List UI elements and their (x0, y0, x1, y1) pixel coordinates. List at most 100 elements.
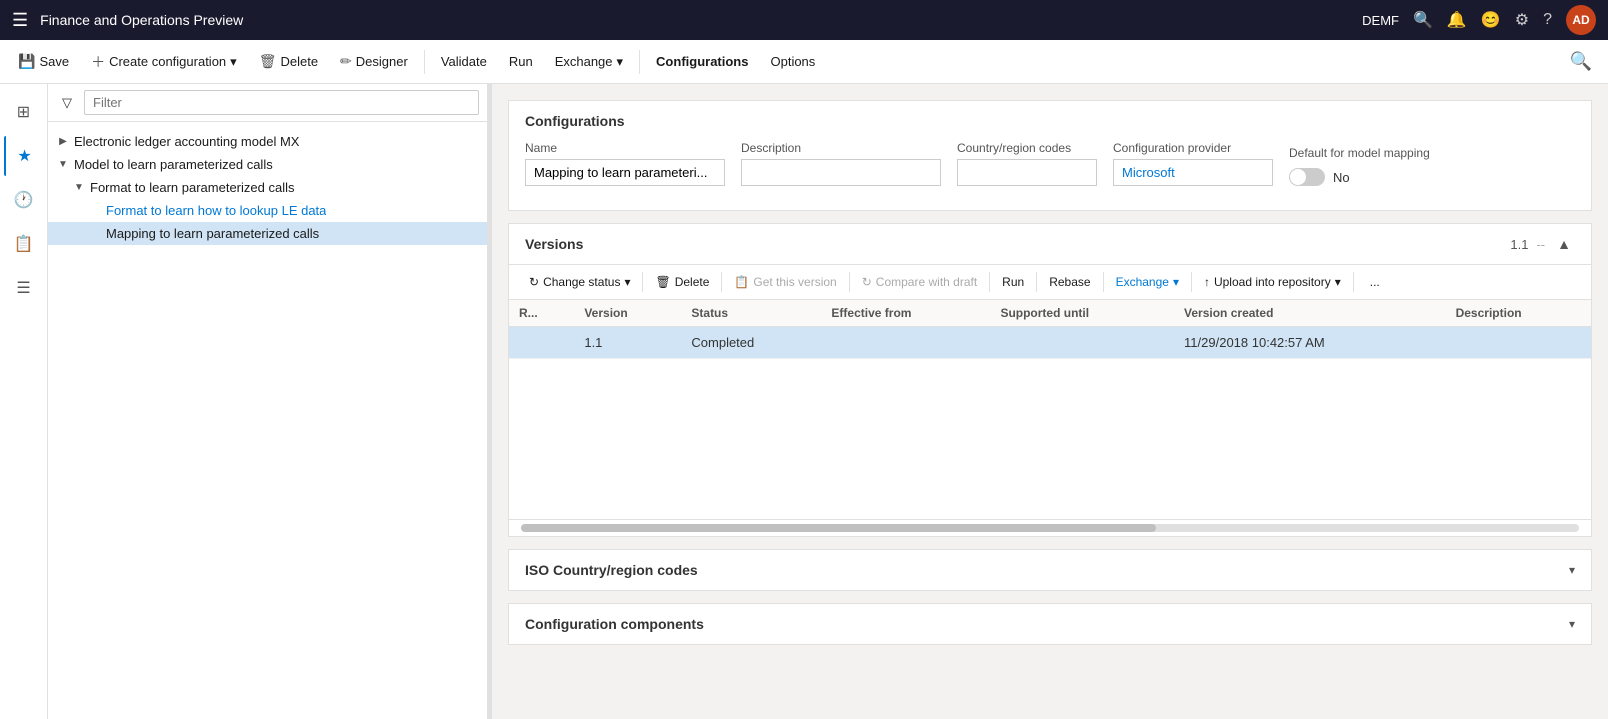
compare-draft-button[interactable]: ↻ Compare with draft (854, 271, 985, 293)
name-label: Name (525, 141, 725, 155)
configurations-section: Configurations Name Description Country/… (508, 100, 1592, 211)
vtb-sep-7 (1191, 272, 1192, 292)
toggle-row: No (1289, 168, 1430, 186)
versions-empty-area (509, 359, 1591, 519)
help-icon[interactable]: ? (1543, 11, 1552, 29)
tree-item-item3[interactable]: ▼Format to learn parameterized calls (48, 176, 487, 199)
notification-icon[interactable]: 🔔 (1447, 10, 1467, 30)
exchange-button[interactable]: Exchange ▾ (545, 48, 633, 76)
command-search-icon[interactable]: 🔍 (1562, 51, 1600, 72)
change-status-icon: ↻ (529, 275, 539, 289)
provider-label: Configuration provider (1113, 141, 1273, 155)
default-mapping-group: Default for model mapping No (1289, 141, 1430, 186)
validate-button[interactable]: Validate (431, 48, 497, 75)
more-options-button[interactable]: ... (1362, 271, 1388, 293)
save-button[interactable]: 💾 Save (8, 47, 79, 76)
nav-favorites-icon[interactable]: ★ (4, 136, 44, 176)
name-input[interactable] (525, 159, 725, 186)
hamburger-menu-icon[interactable]: ☰ (12, 10, 28, 31)
provider-group: Configuration provider (1113, 141, 1273, 186)
tree-content: ▶Electronic ledger accounting model MX▼M… (48, 122, 487, 719)
configurations-title: Configurations (525, 113, 1575, 129)
options-tab[interactable]: Options (760, 48, 825, 75)
tree-panel: ▽ ▶Electronic ledger accounting model MX… (48, 84, 488, 719)
vtb-sep-3 (849, 272, 850, 292)
designer-button[interactable]: ✏ Designer (330, 47, 418, 76)
table-cell-0-5: 11/29/2018 10:42:57 AM (1174, 327, 1446, 359)
col-header-r---: R... (509, 300, 574, 327)
table-cell-0-6 (1446, 327, 1591, 359)
user-avatar[interactable]: AD (1566, 5, 1596, 35)
separator-2 (639, 50, 640, 74)
config-components-chevron-icon: ▾ (1569, 617, 1575, 631)
versions-delete-icon: 🗑 (655, 275, 670, 289)
col-header-status: Status (681, 300, 821, 327)
scrollbar-area[interactable] (509, 519, 1591, 536)
upload-icon: ↑ (1204, 275, 1210, 289)
nav-home-icon[interactable]: ⊞ (4, 92, 44, 132)
col-header-supported-until: Supported until (990, 300, 1174, 327)
country-label: Country/region codes (957, 141, 1097, 155)
get-version-button[interactable]: 📋 Get this version (726, 271, 844, 293)
versions-run-button[interactable]: Run (994, 271, 1032, 293)
tree-toggle-item2: ▼ (56, 159, 70, 170)
get-version-icon: 📋 (734, 275, 749, 289)
iso-section: ISO Country/region codes ▾ (508, 549, 1592, 591)
table-row-0[interactable]: 1.1Completed 11/29/2018 10:42:57 AM (509, 327, 1591, 359)
versions-toolbar: ↻ Change status ▾ 🗑 Delete 📋 Get this ve… (509, 265, 1591, 300)
versions-header: Versions 1.1 -- ▲ (509, 224, 1591, 265)
run-button[interactable]: Run (499, 48, 543, 75)
exchange-chevron-icon: ▾ (617, 54, 624, 70)
title-bar: ☰ Finance and Operations Preview DEMF 🔍 … (0, 0, 1608, 40)
table-cell-0-2: Completed (681, 327, 821, 359)
settings-icon[interactable]: ⚙ (1515, 10, 1529, 30)
filter-icon[interactable]: ▽ (56, 91, 78, 115)
tree-item-item4[interactable]: Format to learn how to lookup LE data (48, 199, 487, 222)
smiley-icon[interactable]: 😊 (1481, 10, 1501, 30)
tree-label-item3: Format to learn parameterized calls (90, 180, 294, 195)
change-status-button[interactable]: ↻ Change status ▾ (521, 271, 638, 293)
upload-chevron-icon: ▾ (1335, 275, 1341, 289)
upload-repo-button[interactable]: ↑ Upload into repository ▾ (1196, 271, 1349, 293)
config-components-header[interactable]: Configuration components ▾ (509, 604, 1591, 644)
delete-icon: 🗑 (259, 53, 277, 70)
nav-recent-icon[interactable]: 🕐 (4, 180, 44, 220)
nav-workspaces-icon[interactable]: 📋 (4, 224, 44, 264)
description-label: Description (741, 141, 941, 155)
create-configuration-button[interactable]: ＋ Create configuration ▾ (81, 46, 247, 78)
versions-nav: ▲ (1553, 234, 1575, 254)
configurations-tab[interactable]: Configurations (646, 48, 758, 75)
versions-title: Versions (525, 236, 1510, 252)
col-header-effective-from: Effective from (821, 300, 990, 327)
compare-icon: ↻ (862, 275, 872, 289)
country-input[interactable] (957, 159, 1097, 186)
delete-button[interactable]: 🗑 Delete (249, 47, 328, 76)
default-mapping-toggle[interactable] (1289, 168, 1325, 186)
name-group: Name (525, 141, 725, 186)
versions-nav-up[interactable]: ▲ (1553, 234, 1575, 254)
app-title: Finance and Operations Preview (40, 12, 1350, 28)
default-mapping-label: Default for model mapping (1289, 146, 1430, 160)
iso-header[interactable]: ISO Country/region codes ▾ (509, 550, 1591, 590)
versions-section: Versions 1.1 -- ▲ ↻ Change status ▾ 🗑 De… (508, 223, 1592, 537)
vtb-sep-2 (721, 272, 722, 292)
vtb-sep-1 (642, 272, 643, 292)
country-group: Country/region codes (957, 141, 1097, 186)
description-input[interactable] (741, 159, 941, 186)
table-cell-0-1: 1.1 (574, 327, 681, 359)
nav-modules-icon[interactable]: ☰ (4, 268, 44, 308)
versions-table-wrapper: R...VersionStatusEffective fromSupported… (509, 300, 1591, 359)
search-icon[interactable]: 🔍 (1413, 10, 1433, 30)
configurations-body: Configurations Name Description Country/… (509, 101, 1591, 210)
rebase-button[interactable]: Rebase (1041, 271, 1098, 293)
tree-item-item1[interactable]: ▶Electronic ledger accounting model MX (48, 130, 487, 153)
filter-input[interactable] (84, 90, 479, 115)
tree-item-item5[interactable]: Mapping to learn parameterized calls (48, 222, 487, 245)
add-icon: ＋ (91, 52, 105, 72)
tree-label-item4: Format to learn how to lookup LE data (106, 203, 326, 218)
versions-exchange-button[interactable]: Exchange ▾ (1108, 271, 1187, 293)
tree-label-item1: Electronic ledger accounting model MX (74, 134, 299, 149)
provider-input[interactable] (1113, 159, 1273, 186)
versions-delete-button[interactable]: 🗑 Delete (647, 271, 717, 293)
tree-item-item2[interactable]: ▼Model to learn parameterized calls (48, 153, 487, 176)
